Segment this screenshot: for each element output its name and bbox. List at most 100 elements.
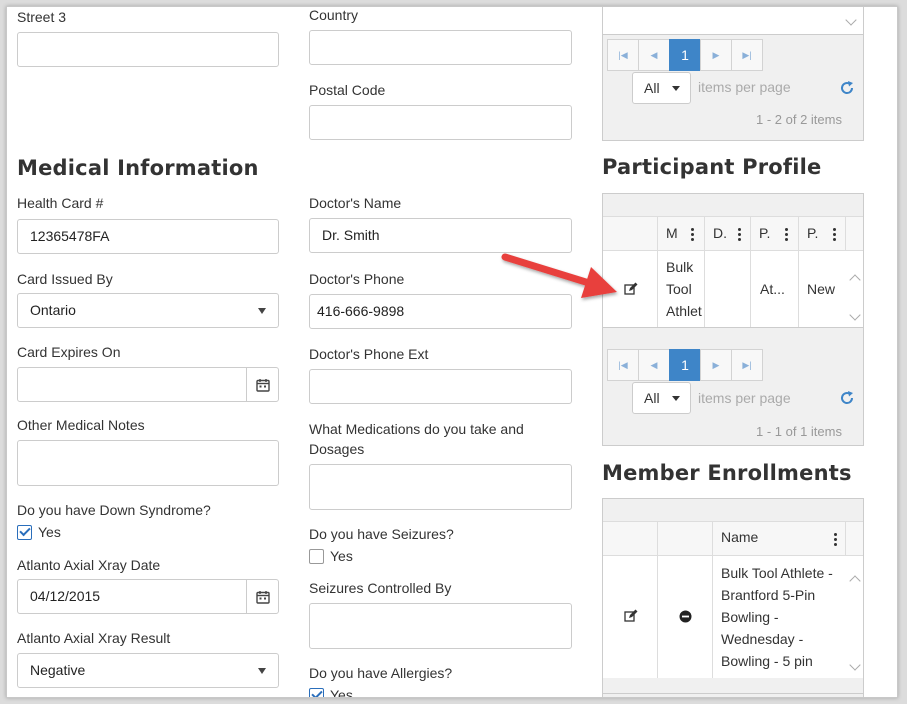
next-page-icon[interactable]: ▶ [700,39,732,71]
health-card-input[interactable]: 12365478FA [17,219,279,254]
down-syndrome-yes-checkbox[interactable]: Yes [17,524,61,540]
prev-page-icon[interactable]: ◀ [638,39,670,71]
column-menu-icon[interactable] [691,228,694,243]
refresh-icon[interactable] [839,390,855,406]
row-cell-name-line: Bulk [666,259,694,275]
next-page-icon[interactable]: ▶ [700,349,732,381]
health-card-label: Health Card # [17,195,104,211]
row-cell-name-line: Tool [666,281,692,297]
participant-item-count: 1 - 1 of 1 items [756,424,842,439]
member-enrollments-grid: Name Bulk Tool Athlete - Brantford 5-Pin… [602,498,864,697]
xray-date-input[interactable]: 04/12/2015 [17,579,279,614]
red-arrow-annotation [501,253,617,298]
divider [657,251,658,327]
checkbox-unchecked-icon[interactable] [309,548,324,564]
row-cell: New [807,281,836,297]
card-expires-label: Card Expires On [17,344,121,360]
country-input[interactable] [309,30,572,65]
participant-page-size-select[interactable]: All [632,382,691,414]
checkbox-checked-icon[interactable] [17,524,32,540]
enrollment-name-line: Bowling - 5 pin [721,653,813,669]
column-menu-icon[interactable] [785,228,788,243]
divider [798,251,799,327]
enrollment-name-line: Wednesday - [721,631,804,647]
divider [712,556,713,678]
card-issued-label: Card Issued By [17,271,113,287]
card-issued-select[interactable]: Ontario [17,293,279,328]
column-menu-icon[interactable] [834,533,837,548]
medical-info-title: Medical Information [17,156,259,180]
participant-profile-grid: M D. P. P. Bulk Tool Athlet At... New |◀… [602,193,864,446]
column-header[interactable]: P. [759,225,770,241]
grid-toolbar [603,499,863,521]
calendar-icon[interactable] [246,368,278,401]
refresh-icon[interactable] [839,80,855,96]
checkbox-checked-icon[interactable] [309,687,324,697]
divider [704,251,705,327]
column-menu-icon[interactable] [833,228,836,243]
column-header[interactable]: D. [713,225,727,241]
top-grid-item-count: 1 - 2 of 2 items [756,112,842,127]
allergies-yes-checkbox[interactable]: Yes [309,687,353,697]
doctor-ext-label: Doctor's Phone Ext [309,346,429,362]
country-label: Country [309,7,359,23]
top-grid-body [603,7,863,34]
postal-code-label: Postal Code [309,82,386,98]
other-notes-textarea[interactable] [17,440,279,486]
items-per-page-label: items per page [698,390,791,406]
calendar-icon[interactable] [246,580,278,613]
doctor-ext-input[interactable] [309,369,572,404]
divider [603,327,863,328]
last-page-icon[interactable]: ▶| [731,39,763,71]
down-syndrome-yes-label: Yes [38,524,61,540]
page-1-button[interactable]: 1 [669,349,701,381]
edit-icon[interactable] [624,282,638,296]
medications-textarea[interactable] [309,464,572,510]
medications-label-line1: What Medications do you take and [309,421,524,437]
enrollment-name-line: Brantford 5-Pin [721,587,816,603]
seizures-yes-label: Yes [330,548,353,564]
edit-icon[interactable] [624,609,638,623]
minus-circle-icon[interactable] [679,610,692,623]
last-page-icon[interactable]: ▶| [731,349,763,381]
grid-header-row [603,217,863,250]
street3-label: Street 3 [17,9,67,25]
seizures-yes-checkbox[interactable]: Yes [309,548,353,564]
card-expires-input[interactable] [17,367,279,402]
medications-label-line2: Dosages [309,441,365,457]
postal-code-input[interactable] [309,105,572,140]
grid-toolbar [603,194,863,216]
street3-input[interactable] [17,32,279,67]
divider [603,34,863,35]
page-1-button[interactable]: 1 [669,39,701,71]
xray-date-value: 04/12/2015 [30,588,101,604]
column-header-name[interactable]: Name [721,529,758,545]
seizures-label: Do you have Seizures? [309,526,454,542]
row-cell: At... [760,281,785,297]
first-page-icon[interactable]: |◀ [607,39,639,71]
divider [845,522,846,555]
divider [845,217,846,250]
seizures-controlled-label: Seizures Controlled By [309,580,452,596]
xray-date-label: Atlanto Axial Xray Date [17,557,161,573]
column-menu-icon[interactable] [738,228,741,243]
page-frame: Street 3 Medical Information Health Card… [6,6,898,698]
doctor-phone-label: Doctor's Phone [309,271,405,287]
participant-profile-title: Participant Profile [602,155,822,179]
xray-result-select[interactable]: Negative [17,653,279,688]
column-header[interactable]: M [666,225,678,241]
row-cell-name-line: Athlet [666,303,702,319]
top-grid: |◀ ◀ 1 ▶ ▶| All items per page 1 - 2 of … [602,7,864,141]
seizures-controlled-textarea[interactable] [309,603,572,649]
dropdown-arrow-icon [258,308,266,314]
divider [657,556,658,678]
doctor-name-label: Doctor's Name [309,195,402,211]
top-grid-page-size-select[interactable]: All [632,72,691,104]
first-page-icon[interactable]: |◀ [607,349,639,381]
other-notes-label: Other Medical Notes [17,417,145,433]
enrollment-name-line: Bulk Tool Athlete - [721,565,833,581]
member-enrollments-title: Member Enrollments [602,461,852,485]
items-per-page-label: items per page [698,79,791,95]
column-header[interactable]: P. [807,225,818,241]
prev-page-icon[interactable]: ◀ [638,349,670,381]
